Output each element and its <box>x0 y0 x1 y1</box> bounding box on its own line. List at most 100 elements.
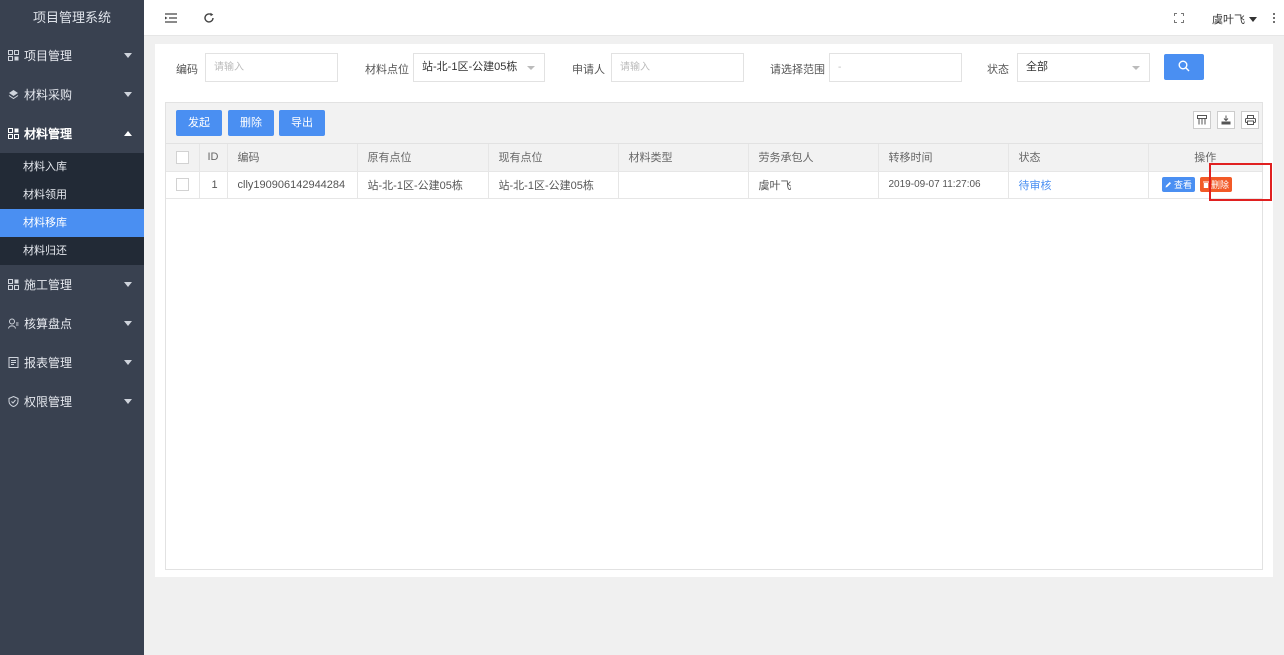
more-vertical-icon[interactable] <box>1267 11 1281 25</box>
sidebar-item-label: 核算盘点 <box>24 317 73 331</box>
col-header-original-location[interactable]: 原有点位 <box>357 144 489 172</box>
sidebar-item-label: 项目管理 <box>24 49 73 63</box>
col-header-current-location[interactable]: 现有点位 <box>488 144 619 172</box>
purchase-icon <box>7 89 19 101</box>
range-label: 请选择范围 <box>770 64 825 76</box>
col-header-actions: 操作 <box>1148 144 1262 172</box>
user-name: 虞叶飞 <box>1212 14 1245 26</box>
chevron-down-icon <box>527 66 535 70</box>
location-select[interactable]: 站-北-1区-公建05栋 <box>413 53 545 82</box>
chevron-down-icon <box>124 53 132 58</box>
print-icon[interactable] <box>1241 111 1259 129</box>
edit-icon <box>1165 180 1172 190</box>
submenu-item-inbound[interactable]: 材料入库 <box>0 153 144 181</box>
location-label: 材料点位 <box>365 64 409 76</box>
status-select[interactable]: 全部 <box>1017 53 1150 82</box>
sidebar-item-label: 材料管理 <box>24 127 73 141</box>
table-header-row: ID 编码 原有点位 现有点位 材料类型 劳务承包人 转移时间 状态 操作 <box>166 144 1262 172</box>
initiate-button[interactable]: 发起 <box>176 110 222 136</box>
code-input[interactable]: 请输入 <box>205 53 338 82</box>
view-button[interactable]: 查看 <box>1161 177 1195 192</box>
chevron-down-icon <box>124 282 132 287</box>
refresh-icon[interactable] <box>202 11 216 25</box>
delete-button[interactable]: 删除 <box>228 110 274 136</box>
cell-actions: 查看 删除 <box>1148 171 1262 199</box>
sidebar-item-permission[interactable]: 权限管理 <box>0 382 144 421</box>
row-delete-button[interactable]: 删除 <box>1199 177 1232 192</box>
chevron-down-icon <box>1249 16 1257 22</box>
main-panel: 编码 请输入 材料点位 站-北-1区-公建05栋 申请人 请输入 请选择范围 -… <box>155 44 1273 577</box>
cell-material-type <box>618 171 749 199</box>
sidebar-item-label: 报表管理 <box>24 356 73 370</box>
sidebar-item-accounting[interactable]: 核算盘点 <box>0 304 144 343</box>
submenu-material: 材料入库 材料领用 材料移库 材料归还 <box>0 153 144 265</box>
col-header-code[interactable]: 编码 <box>227 144 358 172</box>
applicant-label: 申请人 <box>572 64 605 76</box>
cell-current-location: 站-北-1区-公建05栋 <box>488 171 619 199</box>
select-all-checkbox[interactable] <box>176 150 189 164</box>
submenu-item-requisition[interactable]: 材料领用 <box>0 181 144 209</box>
export-button[interactable]: 导出 <box>279 110 325 136</box>
sidebar-item-label: 施工管理 <box>24 278 73 292</box>
sidebar: 项目管理系统 项目管理 材料采购 材料管理 材料入库 材料领用 材料移库 材料归… <box>0 0 144 655</box>
cell-code: clly190906142944284 <box>227 171 358 199</box>
col-header-material-type[interactable]: 材料类型 <box>618 144 749 172</box>
sidebar-item-purchase[interactable]: 材料采购 <box>0 75 144 114</box>
col-header-id[interactable]: ID <box>199 144 228 172</box>
transfer-table: ID 编码 原有点位 现有点位 材料类型 劳务承包人 转移时间 状态 操作 1 … <box>166 144 1262 199</box>
submenu-item-transfer[interactable]: 材料移库 <box>0 209 144 237</box>
sidebar-item-construction[interactable]: 施工管理 <box>0 265 144 304</box>
applicant-input[interactable]: 请输入 <box>611 53 744 82</box>
sidebar-item-report[interactable]: 报表管理 <box>0 343 144 382</box>
cell-status: 待审核 <box>1008 171 1149 199</box>
export-icon[interactable] <box>1217 111 1235 129</box>
topbar: 虞叶飞 <box>144 0 1284 36</box>
status-link[interactable]: 待审核 <box>1019 180 1052 192</box>
cell-contractor: 虞叶飞 <box>748 171 879 199</box>
chevron-down-icon <box>124 360 132 365</box>
data-table: 发起 删除 导出 ID 编码 原有点位 现有点位 材料类型 劳务承包人 转移时间… <box>165 102 1263 570</box>
search-button[interactable] <box>1164 54 1204 80</box>
row-checkbox[interactable] <box>176 178 189 191</box>
row-delete-label: 删除 <box>1210 180 1229 190</box>
trash-icon <box>1202 180 1209 190</box>
col-header-transfer-time[interactable]: 转移时间 <box>878 144 1009 172</box>
status-label: 状态 <box>987 64 1009 76</box>
sidebar-item-project[interactable]: 项目管理 <box>0 36 144 75</box>
material-icon <box>7 128 19 140</box>
columns-icon[interactable] <box>1193 111 1211 129</box>
app-title: 项目管理系统 <box>0 0 144 36</box>
cell-transfer-time: 2019-09-07 11:27:06 <box>878 171 1009 199</box>
cell-id: 1 <box>199 171 228 199</box>
row-select-cell <box>166 171 200 199</box>
col-header-status[interactable]: 状态 <box>1008 144 1149 172</box>
chevron-down-icon <box>1132 66 1140 70</box>
sidebar-item-label: 权限管理 <box>24 395 73 409</box>
location-select-value: 站-北-1区-公建05栋 <box>422 61 518 73</box>
select-all-cell <box>166 144 200 172</box>
col-header-contractor[interactable]: 劳务承包人 <box>748 144 879 172</box>
submenu-item-return[interactable]: 材料归还 <box>0 237 144 265</box>
search-icon <box>1178 60 1190 75</box>
range-input[interactable]: - <box>829 53 962 82</box>
report-icon <box>7 357 19 369</box>
chevron-up-icon <box>124 131 132 136</box>
view-button-label: 查看 <box>1173 180 1192 190</box>
chevron-down-icon <box>124 399 132 404</box>
filter-row: 编码 请输入 材料点位 站-北-1区-公建05栋 申请人 请输入 请选择范围 -… <box>155 53 1273 83</box>
construction-icon <box>7 279 19 291</box>
sidebar-item-material[interactable]: 材料管理 <box>0 114 144 153</box>
code-label: 编码 <box>176 64 198 76</box>
table-row: 1 clly190906142944284 站-北-1区-公建05栋 站-北-1… <box>166 171 1262 199</box>
chevron-down-icon <box>124 92 132 97</box>
menu-collapse-icon[interactable] <box>164 11 178 25</box>
status-select-value: 全部 <box>1026 61 1048 73</box>
fullscreen-icon[interactable] <box>1172 11 1186 25</box>
table-toolbar: 发起 删除 导出 <box>166 103 1262 144</box>
project-icon <box>7 50 19 62</box>
user-menu[interactable]: 虞叶飞 <box>1212 11 1257 27</box>
permission-icon <box>7 396 19 408</box>
cell-original-location: 站-北-1区-公建05栋 <box>357 171 489 199</box>
accounting-icon <box>7 318 19 330</box>
chevron-down-icon <box>124 321 132 326</box>
